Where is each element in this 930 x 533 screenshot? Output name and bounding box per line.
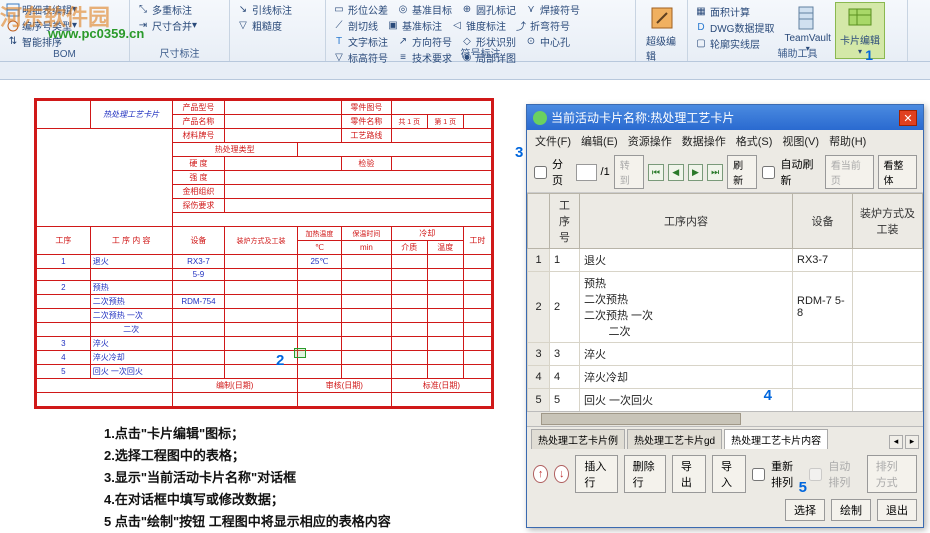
dialog-footer: ↑ ↓ 插入行 删除行 导出 导入 重新排列 自动排列 排列方式 5 选择 绘制… — [527, 449, 923, 527]
last-icon[interactable]: ⏭ — [707, 164, 723, 181]
prev-icon[interactable]: ◀ — [668, 164, 684, 181]
close-icon[interactable]: ✕ — [899, 110, 917, 126]
scroll-thumb[interactable] — [541, 413, 741, 425]
delete-row-button[interactable]: 删除行 — [624, 455, 666, 493]
group-dim: 尺寸标注 — [130, 45, 229, 60]
table-row[interactable]: 33淬火 — [528, 343, 923, 366]
rib-datum-tgt[interactable]: ◎基准目标 — [396, 2, 452, 17]
sort-mode-button[interactable]: 排列方式 — [867, 455, 917, 493]
next-icon[interactable]: ▶ — [688, 164, 704, 181]
autosort-checkbox — [809, 468, 822, 481]
dialog-title-prefix: 当前活动卡片名称: — [551, 109, 650, 126]
rib-detail-table[interactable]: 明细表编辑▾ — [6, 2, 77, 17]
badge-4: 4 — [764, 387, 772, 404]
ribbon: 明细表编辑▾ 编序号类型▾ ⇅智能排序 BOM ⤡多重标注 ⇥尺寸合并▾ 尺寸标… — [0, 0, 930, 62]
rib-hole-mark[interactable]: ⊕圆孔标记 — [460, 2, 516, 17]
exit-button[interactable]: 退出 — [877, 499, 917, 521]
card-edit-dialog: 当前活动卡片名称: 热处理工艺卡片 ✕ 文件(F) 编辑(E) 资源操作 数据操… — [526, 104, 924, 528]
import-button[interactable]: 导入 — [712, 455, 746, 493]
auto-refresh-checkbox[interactable] — [762, 166, 775, 179]
process-card-sheet[interactable]: 热处理工艺卡片 产品型号 零件图号 产品名称 零件名称 共 1 页 第 1 页 … — [34, 98, 494, 409]
draw-button[interactable]: 绘制 — [831, 499, 871, 521]
col-device[interactable]: 设备 — [793, 194, 853, 249]
move-down-button[interactable]: ↓ — [554, 465, 569, 483]
menu-format[interactable]: 格式(S) — [736, 133, 773, 149]
rib-dim-merge[interactable]: ⇥尺寸合并▾ — [136, 18, 197, 33]
auto-refresh-label: 自动刷新 — [780, 156, 820, 188]
badge-3: 3 — [515, 144, 523, 161]
move-up-button[interactable]: ↑ — [533, 465, 548, 483]
autosort-label: 自动排列 — [828, 458, 860, 490]
badge-1: 1 — [865, 47, 873, 63]
dialog-titlebar[interactable]: 当前活动卡片名称: 热处理工艺卡片 ✕ — [527, 105, 923, 130]
export-button[interactable]: 导出 — [672, 455, 706, 493]
menu-resource[interactable]: 资源操作 — [628, 133, 672, 149]
rib-dwg-extract[interactable]: DDWG数据提取 — [694, 20, 774, 35]
group-aux: 辅助工具 — [688, 45, 907, 60]
refresh-button[interactable]: 刷新 — [727, 155, 757, 189]
rib-multi-dim[interactable]: ⤡多重标注 — [136, 2, 192, 17]
table-row[interactable]: 22预热 二次预热 二次预热 一次 二次RDM-7 5-8 — [528, 272, 923, 343]
rib-area[interactable]: ▦面积计算 — [694, 4, 774, 19]
dialog-toolbar: 3 分页 /1 转到 ⏮ ◀ ▶ ⏭ 刷新 自动刷新 看当前页 看整体 — [527, 152, 923, 193]
menu-view[interactable]: 视图(V) — [782, 133, 819, 149]
goto-button[interactable]: 转到 — [614, 155, 644, 189]
card-title: 热处理工艺卡片 — [90, 101, 172, 129]
group-symbol: 符号标注 — [326, 45, 635, 60]
badge-5: 5 — [799, 479, 807, 496]
col-seq[interactable]: 工序号 — [550, 194, 580, 249]
tab-prev-icon[interactable]: ◂ — [889, 435, 903, 449]
view-all-button[interactable]: 看整体 — [878, 155, 918, 189]
table-row[interactable]: 55回火 一次回火4 — [528, 389, 923, 412]
dialog-title-name: 热处理工艺卡片 — [650, 109, 734, 126]
tab-example[interactable]: 热处理工艺卡片例 — [531, 429, 625, 449]
dialog-menubar: 文件(F) 编辑(E) 资源操作 数据操作 格式(S) 视图(V) 帮助(H) — [527, 130, 923, 152]
select-button[interactable]: 选择 — [785, 499, 825, 521]
paged-label: 分页 — [552, 156, 572, 188]
rib-bend[interactable]: ⤴折弯符号 — [514, 18, 570, 33]
badge-2: 2 — [276, 352, 284, 369]
page-total: /1 — [601, 166, 610, 178]
rib-taper[interactable]: ◁锥度标注 — [450, 18, 506, 33]
table-row[interactable]: 11退火RX3-7 — [528, 249, 923, 272]
rib-super-edit[interactable]: 超级编辑 — [642, 2, 681, 65]
menu-help[interactable]: 帮助(H) — [829, 133, 866, 149]
tab-content[interactable]: 热处理工艺卡片内容 — [724, 429, 828, 449]
rib-datum[interactable]: ▣基准标注 — [386, 18, 442, 33]
rib-leader[interactable]: ↘引线标注 — [236, 2, 292, 17]
menu-edit[interactable]: 编辑(E) — [581, 133, 618, 149]
rib-seq-type[interactable]: 编序号类型▾ — [6, 18, 77, 33]
grid-area: 工序号 工序内容 设备 装炉方式及工装 11退火RX3-7 22预热 二次预热 … — [527, 193, 923, 426]
col-content[interactable]: 工序内容 — [580, 194, 793, 249]
paged-checkbox[interactable] — [534, 166, 547, 179]
tab-gd[interactable]: 热处理工艺卡片gd — [627, 429, 722, 449]
table-row[interactable]: 44淬火冷却 — [528, 366, 923, 389]
rib-section[interactable]: ⟋剖切线 — [332, 18, 378, 33]
rib-rough[interactable]: ▽粗糙度 — [236, 18, 282, 33]
menu-file[interactable]: 文件(F) — [535, 133, 571, 149]
rib-weld[interactable]: ⋎焊接符号 — [524, 2, 580, 17]
sheet-tabs: 热处理工艺卡片例 热处理工艺卡片gd 热处理工艺卡片内容 ◂ ▸ — [527, 426, 923, 449]
data-grid[interactable]: 工序号 工序内容 设备 装炉方式及工装 11退火RX3-7 22预热 二次预热 … — [527, 193, 923, 412]
horizontal-scrollbar[interactable] — [527, 411, 923, 426]
rib-smart-sort[interactable]: ⇅智能排序 — [6, 34, 62, 49]
page-input[interactable] — [576, 164, 596, 181]
col-fixture[interactable]: 装炉方式及工装 — [853, 194, 923, 249]
group-bom: BOM — [0, 49, 129, 60]
tab-next-icon[interactable]: ▸ — [905, 435, 919, 449]
view-current-button[interactable]: 看当前页 — [825, 155, 874, 189]
selection-marker — [294, 348, 306, 358]
first-icon[interactable]: ⏮ — [648, 164, 664, 181]
rib-geo-tol[interactable]: ▭形位公差 — [332, 2, 388, 17]
menu-data[interactable]: 数据操作 — [682, 133, 726, 149]
dialog-icon — [533, 111, 547, 125]
insert-row-button[interactable]: 插入行 — [575, 455, 617, 493]
resort-checkbox[interactable] — [752, 468, 765, 481]
